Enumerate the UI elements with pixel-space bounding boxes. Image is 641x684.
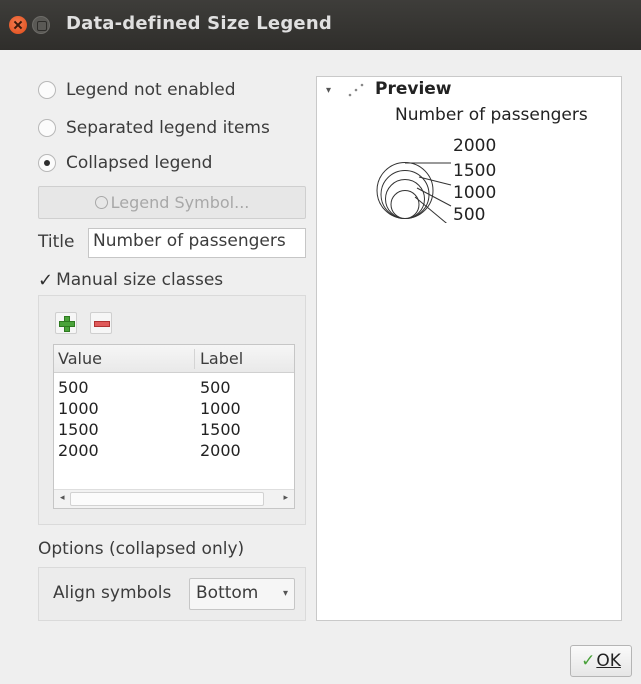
tree-expand-arrow-icon[interactable]: ▾ (326, 85, 331, 96)
cell-label[interactable]: 500 (200, 378, 231, 397)
radio-label: Separated legend items (66, 118, 270, 138)
restore-window-icon[interactable] (32, 16, 50, 34)
legend-value-label: 1000 (453, 183, 497, 203)
cell-label[interactable]: 1000 (200, 399, 241, 418)
column-header-label[interactable]: Label (200, 349, 243, 368)
check-icon: ✓ (581, 651, 596, 671)
legend-value-label: 500 (453, 205, 486, 225)
radio-icon (94, 196, 108, 209)
cell-value[interactable]: 500 (58, 378, 89, 397)
legend-symbol-label: Legend Symbol... (110, 193, 250, 212)
checkmark-icon[interactable]: ✓ (38, 270, 53, 291)
collapsed-size-legend-symbols (376, 162, 452, 223)
manual-size-classes-checkbox[interactable]: ✓ Manual size classes (38, 268, 223, 292)
options-panel: Align symbols Bottom ▾ (38, 567, 306, 621)
minus-icon (94, 321, 110, 327)
add-class-button[interactable] (55, 312, 77, 334)
plus-icon-bar (59, 321, 75, 327)
cell-value[interactable]: 2000 (58, 441, 99, 460)
size-classes-panel: Value Label 500 500 1000 1000 1500 1500 … (38, 295, 306, 525)
cell-value[interactable]: 1000 (58, 399, 99, 418)
classes-table[interactable]: Value Label 500 500 1000 1000 1500 1500 … (53, 344, 295, 509)
legend-symbol-icon (348, 83, 364, 97)
window-title: Data-defined Size Legend (66, 13, 332, 34)
ok-button[interactable]: ✓ OK (570, 645, 632, 677)
radio-label: Legend not enabled (66, 80, 236, 100)
radio-icon[interactable] (38, 81, 56, 99)
checkbox-label: Manual size classes (56, 270, 224, 290)
radio-selected-icon[interactable] (38, 154, 56, 172)
radio-icon[interactable] (38, 119, 56, 137)
legend-symbol-button[interactable]: Legend Symbol... (38, 186, 306, 219)
radio-collapsed-legend[interactable]: Collapsed legend (38, 150, 212, 176)
preview-heading: Preview (375, 79, 452, 99)
align-select-value: Bottom (196, 583, 259, 603)
cell-label[interactable]: 2000 (200, 441, 241, 460)
close-window-icon[interactable] (9, 16, 27, 34)
horizontal-scrollbar[interactable]: ◂ ▸ (54, 489, 294, 508)
align-symbols-label: Align symbols (53, 583, 172, 603)
ok-label: OK (596, 651, 621, 671)
table-row[interactable]: 500 500 (54, 378, 294, 399)
scrollbar-thumb[interactable] (70, 492, 264, 506)
table-row[interactable]: 2000 2000 (54, 441, 294, 462)
radio-legend-not-enabled[interactable]: Legend not enabled (38, 77, 236, 103)
preview-panel: ▾ Preview Number of passengers 2000 1500… (316, 76, 622, 621)
options-label: Options (collapsed only) (38, 539, 245, 559)
preview-legend-title: Number of passengers (395, 105, 588, 125)
column-header-value[interactable]: Value (58, 349, 102, 368)
table-row[interactable]: 1500 1500 (54, 420, 294, 441)
title-input[interactable]: Number of passengers (88, 228, 306, 258)
table-row[interactable]: 1000 1000 (54, 399, 294, 420)
scroll-right-arrow-icon[interactable]: ▸ (283, 493, 288, 503)
remove-class-button[interactable] (90, 312, 112, 334)
scroll-left-arrow-icon[interactable]: ◂ (60, 493, 65, 503)
radio-label: Collapsed legend (66, 153, 213, 173)
radio-separated-legend-items[interactable]: Separated legend items (38, 115, 270, 141)
cell-label[interactable]: 1500 (200, 420, 241, 439)
title-label: Title (38, 232, 75, 252)
dropdown-arrow-icon: ▾ (282, 588, 288, 599)
legend-value-label: 2000 (453, 136, 497, 156)
cell-value[interactable]: 1500 (58, 420, 99, 439)
legend-value-label: 1500 (453, 161, 497, 181)
table-header: Value Label (54, 345, 294, 373)
align-symbols-select[interactable]: Bottom ▾ (189, 578, 295, 610)
column-divider[interactable] (194, 349, 195, 369)
title-bar: Data-defined Size Legend (0, 0, 641, 50)
